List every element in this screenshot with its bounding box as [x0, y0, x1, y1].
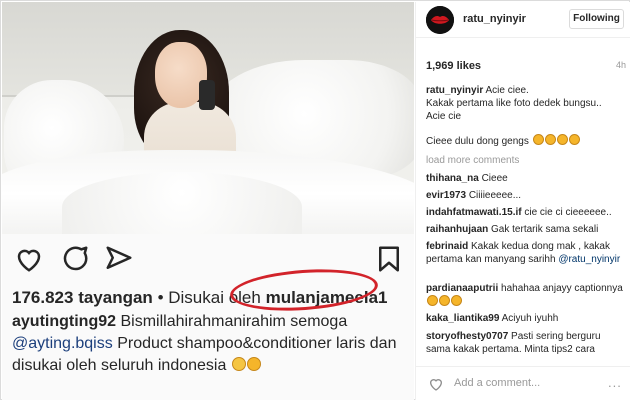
comment: pardianaaputrii hahahaa anjayy captionny…: [426, 282, 626, 309]
laughing-emoji-icon: [451, 295, 462, 306]
comment-text: hahahaa anjayy captionnya: [501, 283, 623, 294]
post-window: 176.823 tayangan • Disukai oleh mulanjam…: [0, 0, 630, 400]
caption-user[interactable]: ratu_nyinyir: [426, 85, 483, 96]
comment-text: Aciyuh iyuhh: [501, 313, 559, 324]
more-options-icon[interactable]: ...: [608, 375, 622, 390]
comment: indahfatmawati.15.if cie cie ci cieeeeee…: [426, 206, 626, 219]
post-header: ratu_nyinyir Following: [416, 2, 630, 38]
comment-text: cie cie ci cieeeeee..: [524, 207, 612, 218]
laughing-emoji-icon: [544, 134, 556, 145]
bookmark-icon: [379, 246, 399, 272]
caption-line2: Kakak pertama like foto dedek bungsu..: [426, 98, 602, 109]
comment: thihana_na Cieee: [426, 172, 626, 185]
comment-text: Gak tertarik sama sekali: [491, 224, 599, 235]
comment: kaka_liantika99 Aciyuh iyuhh: [426, 312, 626, 325]
inner-caption-user: ayutingting92: [12, 313, 117, 330]
comment: evir1973 Ciiiieeeee...: [426, 189, 626, 202]
comment-user[interactable]: storyofhesty0707: [426, 331, 508, 342]
laughing-emoji-icon: [556, 134, 568, 145]
inner-caption: ayutingting92 Bismillahirahmanirahim sem…: [12, 311, 407, 377]
comment-user[interactable]: evir1973: [426, 190, 466, 201]
comments-panel: ratu_nyinyir Following 1,969 likes 4h ra…: [415, 2, 630, 400]
comment-user[interactable]: febrinaid: [426, 241, 468, 252]
comment-user[interactable]: indahfatmawati.15.if: [426, 207, 522, 218]
heart-icon[interactable]: [428, 376, 444, 392]
comment-user[interactable]: raihanhujaan: [426, 224, 488, 235]
post-caption: ratu_nyinyir Acie ciee. Kakak pertama li…: [426, 84, 626, 123]
laughing-emoji-icon: [439, 295, 450, 306]
inner-caption-mention: @ayting.bqiss: [12, 335, 113, 352]
heart-icon: [17, 249, 41, 272]
comment-user[interactable]: pardianaaputrii: [426, 283, 498, 294]
inner-caption-text: Bismillahirahmanirahim semoga: [120, 313, 348, 330]
add-comment-input[interactable]: Add a comment...: [454, 377, 540, 389]
comment-user[interactable]: thihana_na: [426, 173, 479, 184]
caption-line3: Acie cie: [426, 111, 462, 122]
post-time: 4h: [616, 60, 627, 70]
comment-footer: Add a comment... ...: [416, 366, 630, 400]
comment-mention[interactable]: @ratu_nyinyir: [558, 254, 620, 265]
praying-hands-emoji-icon: [231, 357, 246, 371]
post-username[interactable]: ratu_nyinyir: [463, 13, 526, 25]
load-more-comments[interactable]: load more comments: [426, 155, 519, 166]
avatar[interactable]: [426, 6, 454, 34]
views-count: 176.823: [12, 288, 74, 307]
lips-logo-icon: [426, 6, 454, 34]
comment-user[interactable]: kaka_liantika99: [426, 313, 499, 324]
comment: raihanhujaan Gak tertarik sama sekali: [426, 223, 626, 236]
comment-text: Ciiiieeeee...: [468, 190, 522, 201]
likes-count[interactable]: 1,969 likes: [426, 60, 481, 72]
post-image: 176.823 tayangan • Disukai oleh mulanjam…: [2, 2, 414, 400]
following-button[interactable]: Following: [569, 9, 624, 29]
smile-emoji-icon: [246, 357, 261, 371]
laughing-emoji-icon: [427, 295, 438, 306]
views-label: tayangan: [78, 288, 153, 307]
laughing-emoji-icon: [568, 134, 580, 145]
comment: storyofhesty0707 Pasti sering berguru sa…: [426, 330, 626, 356]
send-icon: [106, 246, 132, 269]
caption-second-line: Cieee dulu dong gengs: [426, 134, 580, 147]
photo: [2, 2, 414, 234]
comment-icon: [63, 246, 88, 271]
comment: febrinaid Kakak kedua dong mak , kakak p…: [426, 240, 626, 266]
comment-text: Cieee: [481, 173, 508, 184]
laughing-emoji-icon: [532, 134, 544, 145]
caption-line1: Acie ciee.: [485, 85, 529, 96]
